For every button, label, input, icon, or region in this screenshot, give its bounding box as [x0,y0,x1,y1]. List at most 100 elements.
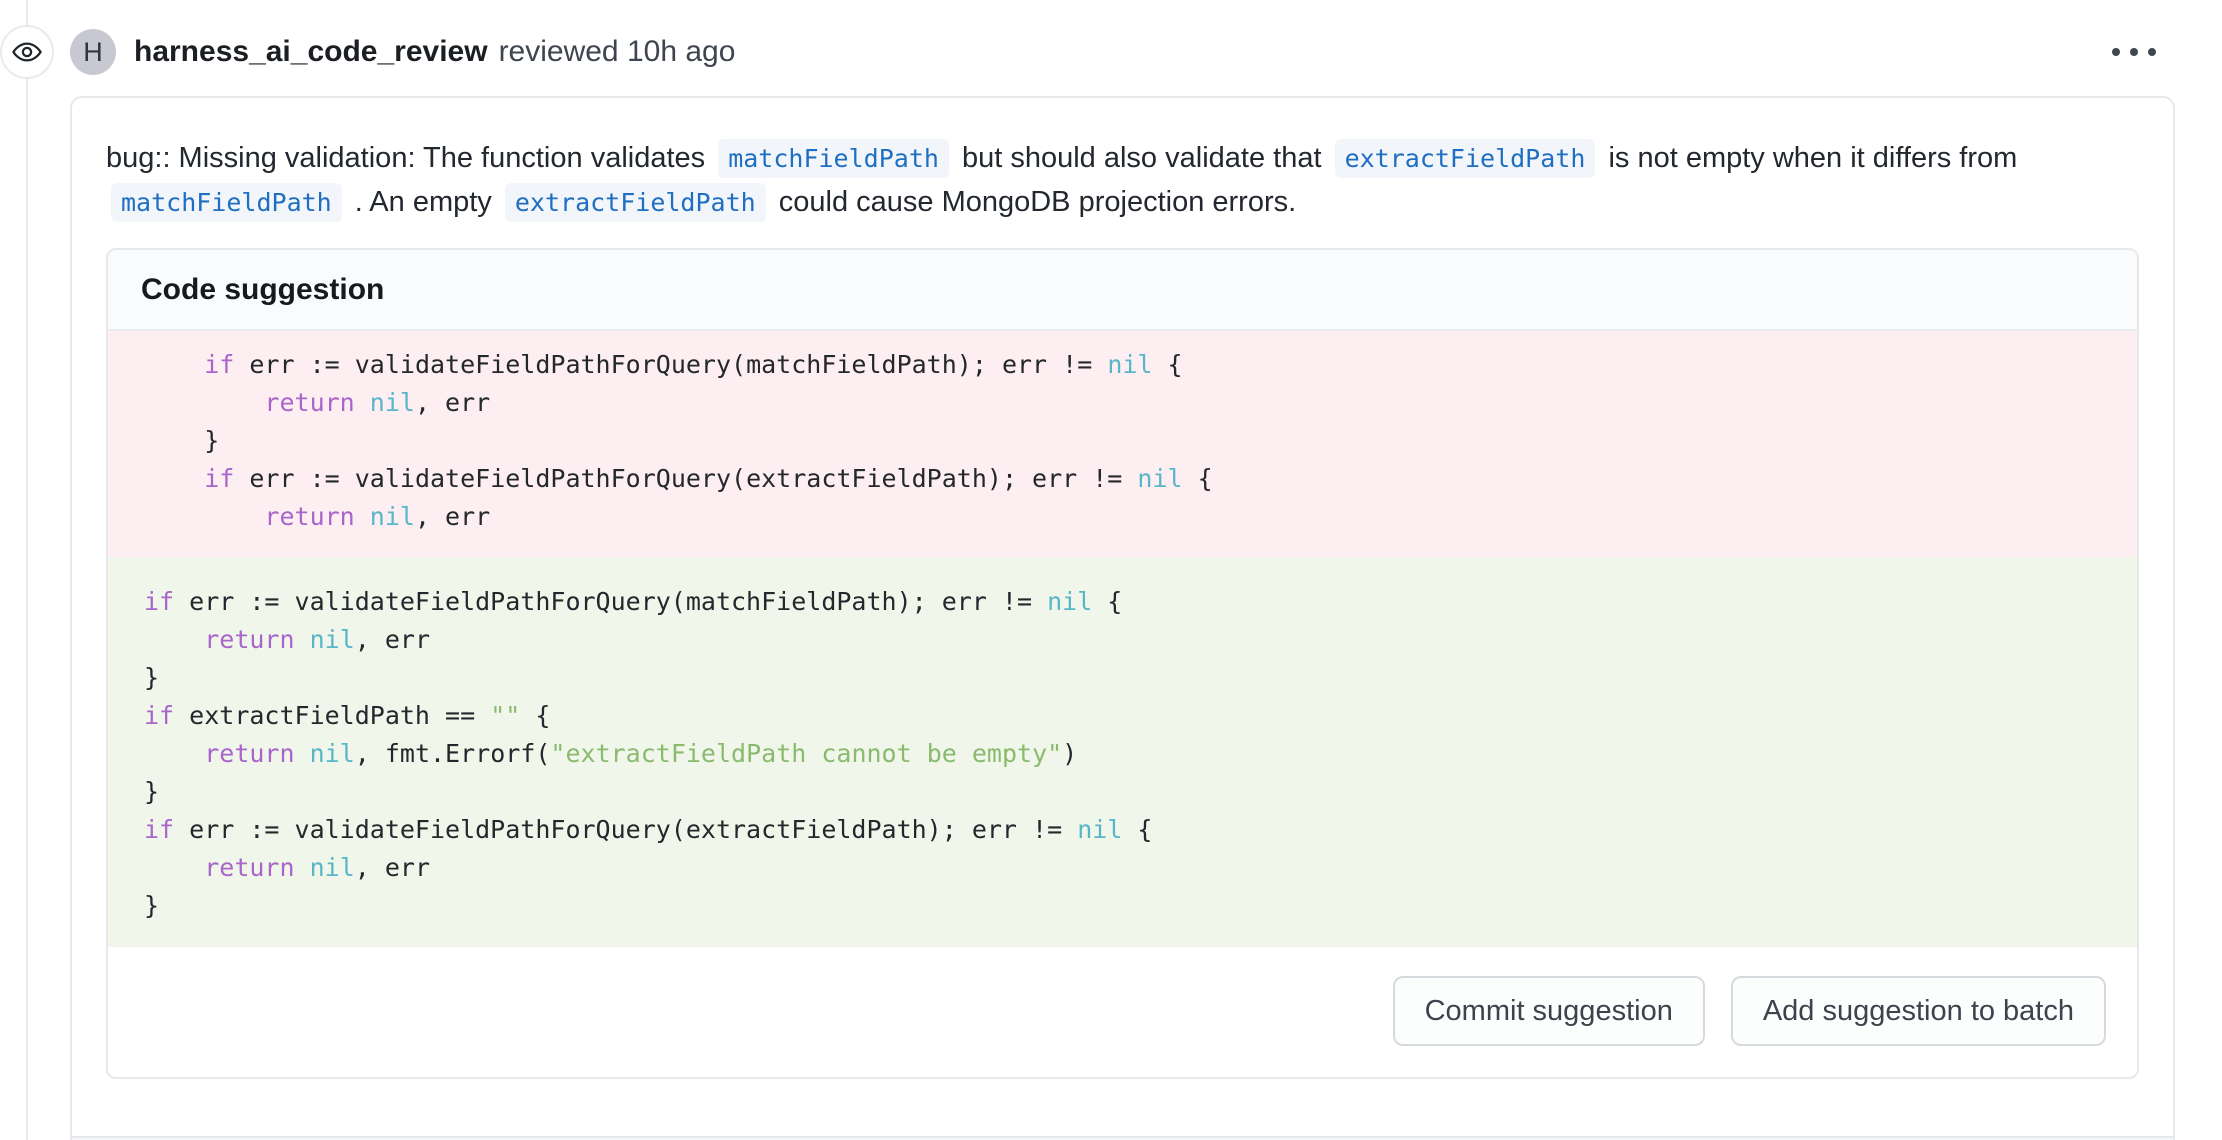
review-header: H harness_ai_code_review reviewed 10h ag… [70,29,735,75]
code-token: if [204,350,234,379]
code-token [295,739,310,768]
eye-observer-badge[interactable] [0,25,54,79]
code-line: } [144,887,2101,925]
code-token [144,625,204,654]
code-token [295,625,310,654]
comment-body: bug:: Missing validation: The function v… [72,98,2173,1136]
code-line: return nil, err [144,621,2101,659]
code-token: } [144,777,159,806]
code-line: return nil, err [144,384,2101,422]
code-token: extractFieldPath == [174,701,490,730]
code-token [144,853,204,882]
reply-footer[interactable] [72,1136,2173,1140]
code-line: return nil, err [144,498,2101,536]
code-line: } [144,773,2101,811]
code-line: if err := validateFieldPathForQuery(matc… [144,346,2101,384]
code-token: "" [490,701,520,730]
code-token: err := validateFieldPathForQuery(matchFi… [234,350,1107,379]
code-token: ) [1062,739,1077,768]
code-token: nil [310,739,355,768]
code-token: } [144,663,159,692]
code-token: { [1183,464,1213,493]
comment-text-segment: is not empty when it differs from [1600,142,2017,174]
code-line: if err := validateFieldPathForQuery(matc… [144,583,2101,621]
code-line: return nil, err [144,849,2101,887]
code-token: if [144,587,174,616]
author-name[interactable]: harness_ai_code_review [134,35,488,69]
kebab-menu-icon [2148,48,2156,56]
inline-code-chip: extractFieldPath [1335,139,1596,178]
avatar[interactable]: H [70,29,116,75]
commit-suggestion-button[interactable]: Commit suggestion [1393,976,1705,1046]
review-timestamp: reviewed 10h ago [499,35,736,69]
code-token: , err [415,388,490,417]
code-token [355,388,370,417]
code-token: if [144,701,174,730]
code-token: err := validateFieldPathForQuery(matchFi… [174,587,1047,616]
code-token: , err [415,502,490,531]
code-token [144,502,264,531]
code-token: nil [1047,587,1092,616]
code-token: , fmt.Errorf( [355,739,551,768]
code-token: nil [1107,350,1152,379]
added-code-block: if err := validateFieldPathForQuery(matc… [108,557,2137,947]
deleted-code-block: if err := validateFieldPathForQuery(matc… [108,331,2137,557]
code-token: } [144,426,219,455]
code-token: if [144,815,174,844]
comment-text-segment: could cause MongoDB projection errors. [771,186,1296,218]
code-token: return [264,502,354,531]
code-token: if [204,464,234,493]
code-token [295,853,310,882]
comment-text-segment: but should also validate that [954,142,1330,174]
eye-icon [11,36,43,68]
code-token: nil [310,625,355,654]
code-token: nil [1077,815,1122,844]
code-token: err := validateFieldPathForQuery(extract… [174,815,1077,844]
timeline-line [26,0,28,1140]
code-token: { [1122,815,1152,844]
inline-code-chip: matchFieldPath [718,139,949,178]
code-token: , err [355,853,430,882]
code-token: nil [1137,464,1182,493]
code-token [144,350,204,379]
code-token: return [204,625,294,654]
code-token: err := validateFieldPathForQuery(extract… [234,464,1137,493]
code-line: if err := validateFieldPathForQuery(extr… [144,811,2101,849]
code-token: return [204,739,294,768]
code-token [144,739,204,768]
suggestion-title: Code suggestion [141,273,384,307]
code-token: "extractFieldPath cannot be empty" [550,739,1062,768]
kebab-menu-icon [2130,48,2138,56]
code-token: { [1152,350,1182,379]
code-token: } [144,891,159,920]
inline-code-chip: matchFieldPath [111,183,342,222]
comment-text: bug:: Missing validation: The function v… [106,136,2139,224]
code-token: nil [310,853,355,882]
code-line: } [144,422,2101,460]
code-token: return [204,853,294,882]
comment-text-segment: . An empty [347,186,500,218]
code-token: nil [370,388,415,417]
code-token [355,502,370,531]
suggestion-footer: Commit suggestion Add suggestion to batc… [108,947,2137,1077]
code-token [144,464,204,493]
code-token: { [1092,587,1122,616]
code-token: return [264,388,354,417]
code-token: nil [370,502,415,531]
kebab-menu-icon [2112,48,2120,56]
comment-text-segment: bug:: Missing validation: The function v… [106,142,713,174]
code-token: { [520,701,550,730]
code-line: if err := validateFieldPathForQuery(extr… [144,460,2101,498]
suggestion-header: Code suggestion [108,250,2137,331]
add-suggestion-to-batch-button[interactable]: Add suggestion to batch [1731,976,2106,1046]
review-page: H harness_ai_code_review reviewed 10h ag… [0,0,2222,1140]
code-token: , err [355,625,430,654]
code-suggestion-card: Code suggestion if err := validateFieldP… [106,248,2139,1079]
code-token [144,388,264,417]
review-comment-card: bug:: Missing validation: The function v… [70,96,2175,1140]
kebab-menu-button[interactable] [2104,40,2164,64]
code-line: return nil, fmt.Errorf("extractFieldPath… [144,735,2101,773]
code-line: if extractFieldPath == "" { [144,697,2101,735]
inline-code-chip: extractFieldPath [505,183,766,222]
code-line: } [144,659,2101,697]
